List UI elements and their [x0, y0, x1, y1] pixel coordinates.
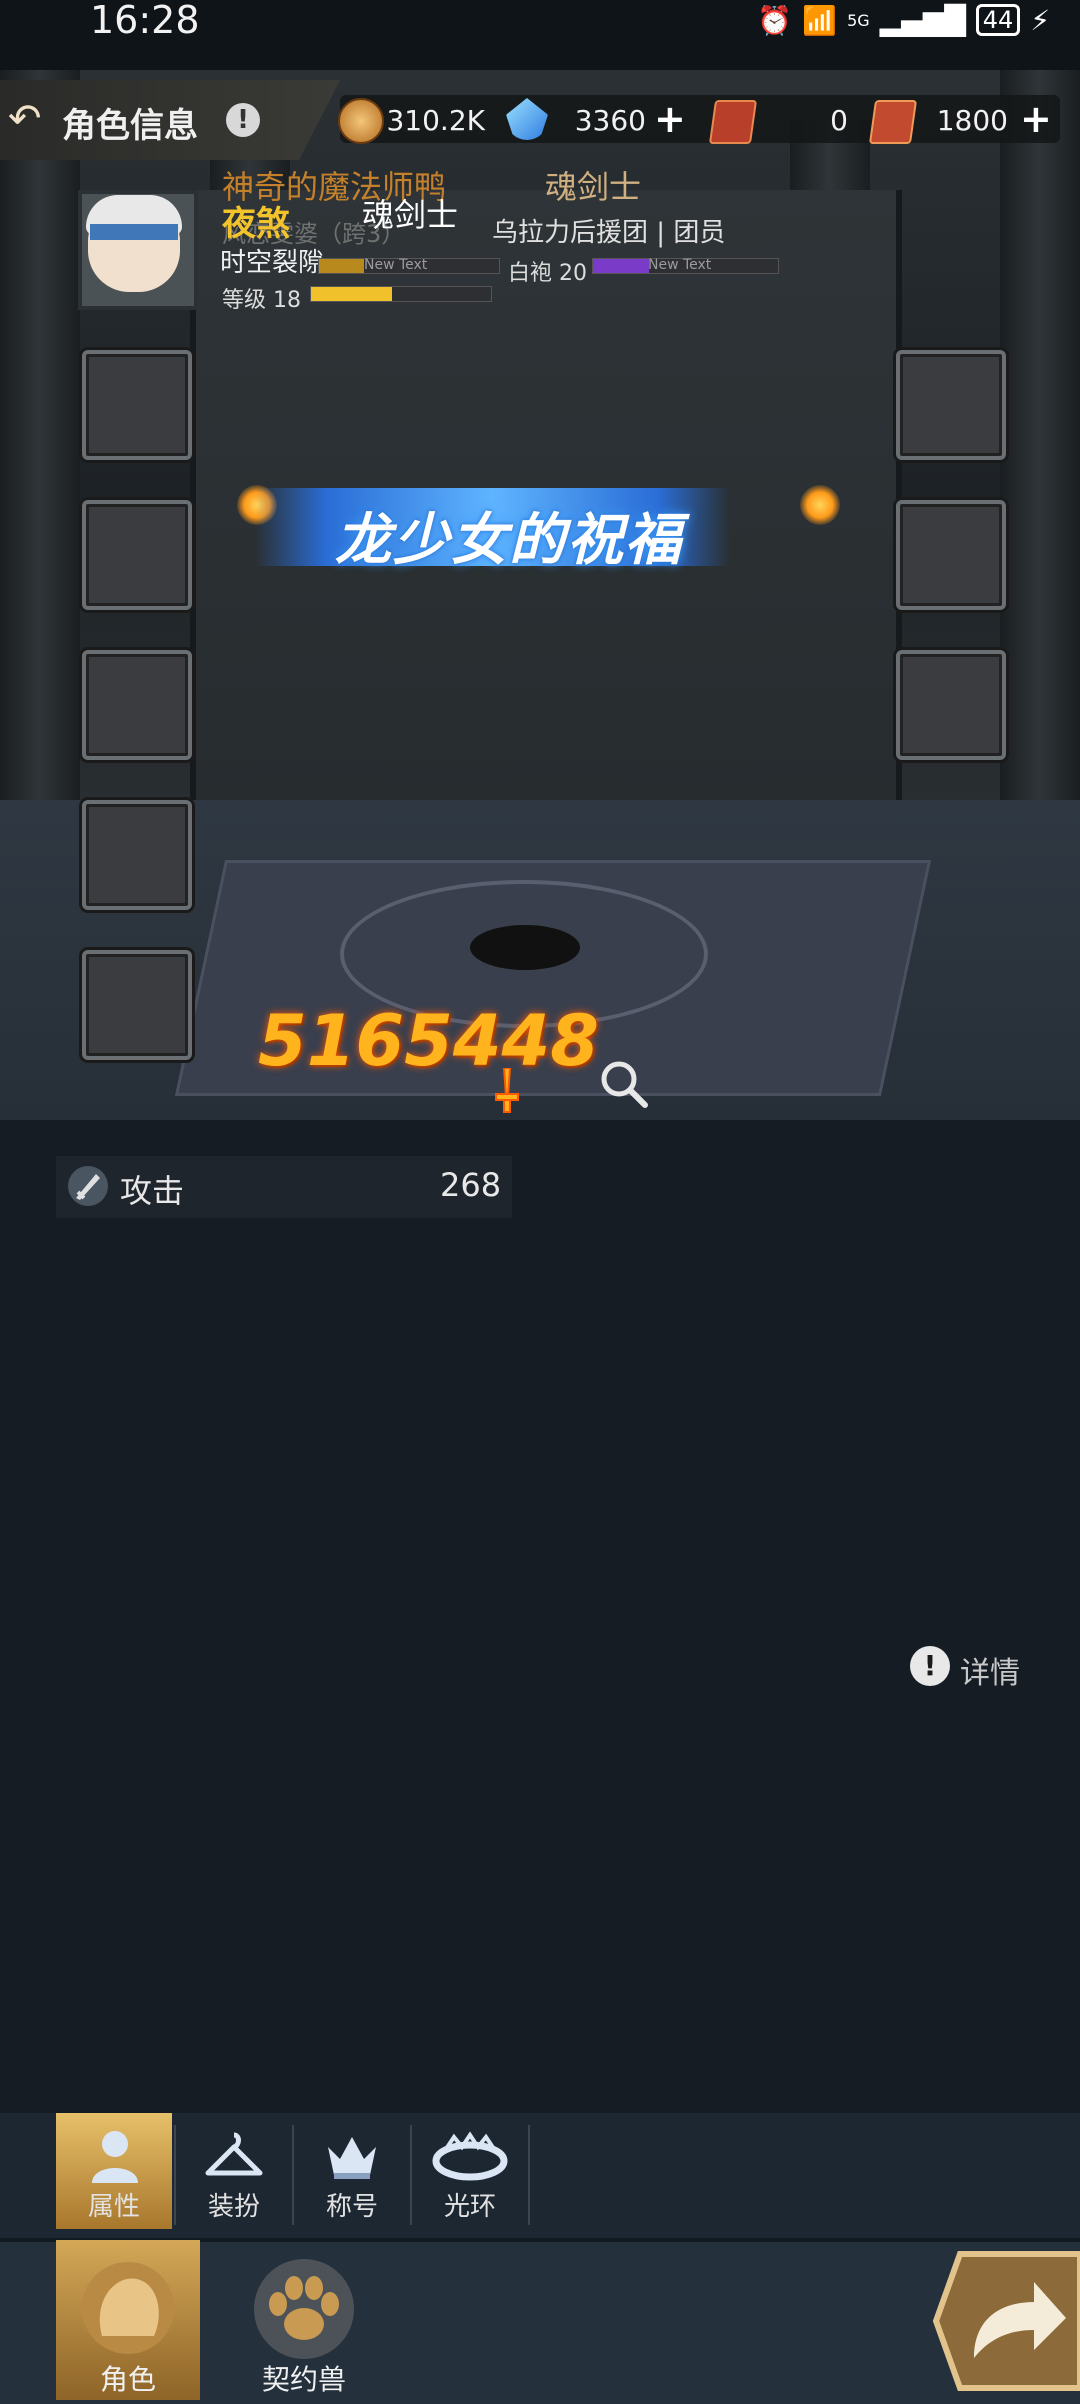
bar-2-label: New Text: [648, 257, 712, 273]
detail-info-icon[interactable]: !: [910, 1646, 950, 1686]
alliance-role: 团员: [673, 218, 726, 248]
signal-bars-icon: ▂▄▆█: [879, 3, 966, 37]
server-line2: 时空裂隙: [220, 248, 325, 278]
return-arrow-icon: [932, 2251, 1080, 2391]
tab-title[interactable]: 称号: [294, 2113, 410, 2229]
tab-outfit[interactable]: 装扮: [176, 2113, 292, 2229]
crown-icon: [328, 2137, 376, 2179]
sword-icon: [495, 1068, 519, 1113]
ticket-icon: [708, 100, 758, 144]
class-name: 魂剑士: [362, 196, 459, 234]
bottom-tab-character[interactable]: 角色: [56, 2240, 200, 2400]
avatar-headband: [90, 224, 178, 240]
character-name: 夜煞: [222, 204, 290, 244]
alliance-name: 乌拉力后援团: [492, 218, 649, 248]
character-icon: [82, 2262, 174, 2354]
info-icon[interactable]: !: [226, 103, 260, 137]
bottom-tab-pet-label: 契约兽: [261, 2363, 346, 2396]
status-icons: ⏰ 📶 5G ▂▄▆█ 44 ⚡: [757, 3, 1050, 37]
bar-2-fill: [593, 259, 649, 273]
person-icon: [92, 2131, 138, 2183]
stat-value-attack: 268: [440, 1166, 502, 1204]
point-card-add-button[interactable]: +: [1020, 100, 1052, 138]
alarm-icon: ⏰: [757, 3, 793, 37]
return-button[interactable]: [930, 2246, 1080, 2396]
circle-hole: [470, 925, 580, 970]
gold-value: 310.2K: [386, 104, 485, 137]
bar-1-fill: [319, 259, 364, 273]
paw-icon: [254, 2259, 354, 2359]
equip-slot-right-2[interactable]: [896, 500, 1006, 610]
equip-slot-right-1[interactable]: [896, 350, 1006, 460]
title-banner-text: 龙少女的祝福: [335, 508, 683, 573]
bar-1-label: New Text: [364, 257, 428, 273]
right-lamp: [800, 485, 840, 525]
hanger-icon: [205, 2132, 263, 2176]
equip-slot-left-4[interactable]: [82, 800, 192, 910]
level-bar-fill: [311, 287, 392, 301]
equip-slot-left-2[interactable]: [82, 500, 192, 610]
level-label: 等级 18: [222, 288, 301, 313]
bottom-tab-pet[interactable]: 契约兽: [232, 2240, 376, 2400]
status-time: 16:28: [90, 0, 200, 42]
equip-slot-left-1[interactable]: [82, 350, 192, 460]
tab-attributes[interactable]: 属性: [56, 2113, 172, 2229]
tab-halo-label: 光环: [443, 2192, 496, 2222]
tab-halo[interactable]: 光环: [412, 2113, 528, 2229]
crystal-value: 3360: [574, 104, 646, 137]
class-label-top: 魂剑士: [545, 168, 642, 206]
equip-slot-left-3[interactable]: [82, 650, 192, 760]
search-icon[interactable]: [598, 1058, 650, 1110]
attack-icon: [68, 1166, 108, 1206]
detail-button[interactable]: 详情: [960, 1648, 1020, 1692]
charging-icon: ⚡: [1030, 3, 1050, 37]
back-arrow-icon[interactable]: ↶: [8, 96, 54, 142]
signal-label: 5G: [847, 10, 870, 30]
wifi-icon: 📶: [802, 3, 838, 37]
combat-power: 5165448: [258, 1000, 599, 1082]
gold-coin-icon: [338, 98, 384, 144]
equip-slot-right-3[interactable]: [896, 650, 1006, 760]
tab-outfit-label: 装扮: [207, 2192, 260, 2222]
tab-attributes-label: 属性: [87, 2192, 140, 2222]
tab-separator: [528, 2125, 530, 2225]
crystal-add-button[interactable]: +: [654, 100, 686, 138]
stat-label-attack: 攻击: [120, 1172, 185, 1210]
tab-title-label: 称号: [325, 2192, 378, 2222]
alliance-info: 乌拉力后援团 | 团员: [492, 218, 726, 248]
bottom-tab-character-label: 角色: [99, 2363, 156, 2396]
page-title: 角色信息: [62, 106, 198, 146]
halo-icon: [432, 2131, 508, 2181]
point-card-icon: [868, 100, 918, 144]
point-card-value: 1800: [936, 104, 1008, 137]
level-bar: [310, 286, 492, 302]
ticket-value: 0: [830, 104, 848, 137]
equip-slot-left-5[interactable]: [82, 950, 192, 1060]
battery-icon: 44: [975, 4, 1021, 36]
white-robe-label: 白袍 20: [508, 261, 587, 286]
